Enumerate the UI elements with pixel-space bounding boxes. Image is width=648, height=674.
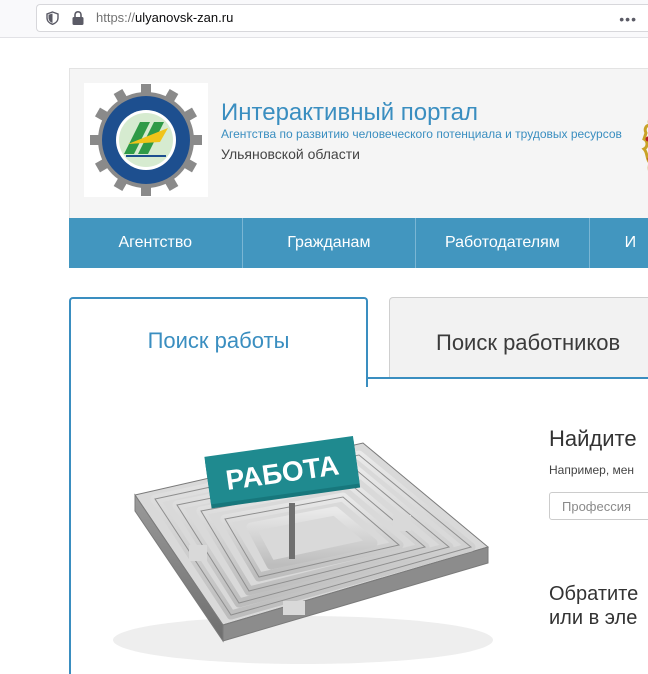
contact-text: Обратите или в эле (549, 582, 638, 630)
site-header: Интерактивный портал Агентства по развит… (69, 68, 648, 219)
nav-item-employers[interactable]: Работодателям (416, 218, 590, 268)
contact-line-1: Обратите (549, 583, 639, 605)
tab-job-search[interactable]: Поиск работы (69, 297, 368, 387)
profession-input[interactable] (549, 492, 648, 520)
shield-icon[interactable] (46, 11, 59, 25)
url-scheme: https:// (96, 10, 136, 25)
find-heading: Найдите (549, 426, 637, 451)
portal-title[interactable]: Интерактивный портал (221, 99, 622, 127)
panel-border (69, 379, 71, 674)
search-example: Например, мен (549, 463, 635, 477)
tab-underline (368, 377, 648, 379)
address-bar[interactable]: https://ulyanovsk-zan.ru ••• (36, 4, 648, 32)
browser-toolbar: https://ulyanovsk-zan.ru ••• (0, 0, 648, 38)
main-nav: Агентство Гражданам Работодателям И (69, 218, 648, 268)
tab-employee-search[interactable]: Поиск работников (389, 297, 648, 377)
site-logo[interactable] (84, 83, 208, 197)
nav-item-citizens[interactable]: Гражданам (243, 218, 417, 268)
url-host: ulyanovsk-zan.ru (135, 10, 234, 25)
nav-item-agency[interactable]: Агентство (69, 218, 243, 268)
header-titles: Интерактивный портал Агентства по развит… (221, 99, 622, 163)
contact-line-2: или в эле (549, 607, 638, 629)
lock-icon[interactable] (71, 10, 85, 26)
maze-illustration: РАБОТА (113, 436, 493, 664)
url-text[interactable]: https://ulyanovsk-zan.ru (96, 9, 233, 27)
nav-item-more[interactable]: И (590, 218, 648, 268)
coat-of-arms-icon (641, 119, 648, 171)
portal-subtitle: Агентства по развитию человеческого поте… (221, 127, 622, 141)
more-dots-icon[interactable]: ••• (619, 11, 637, 27)
portal-region: Ульяновской области (221, 146, 360, 162)
